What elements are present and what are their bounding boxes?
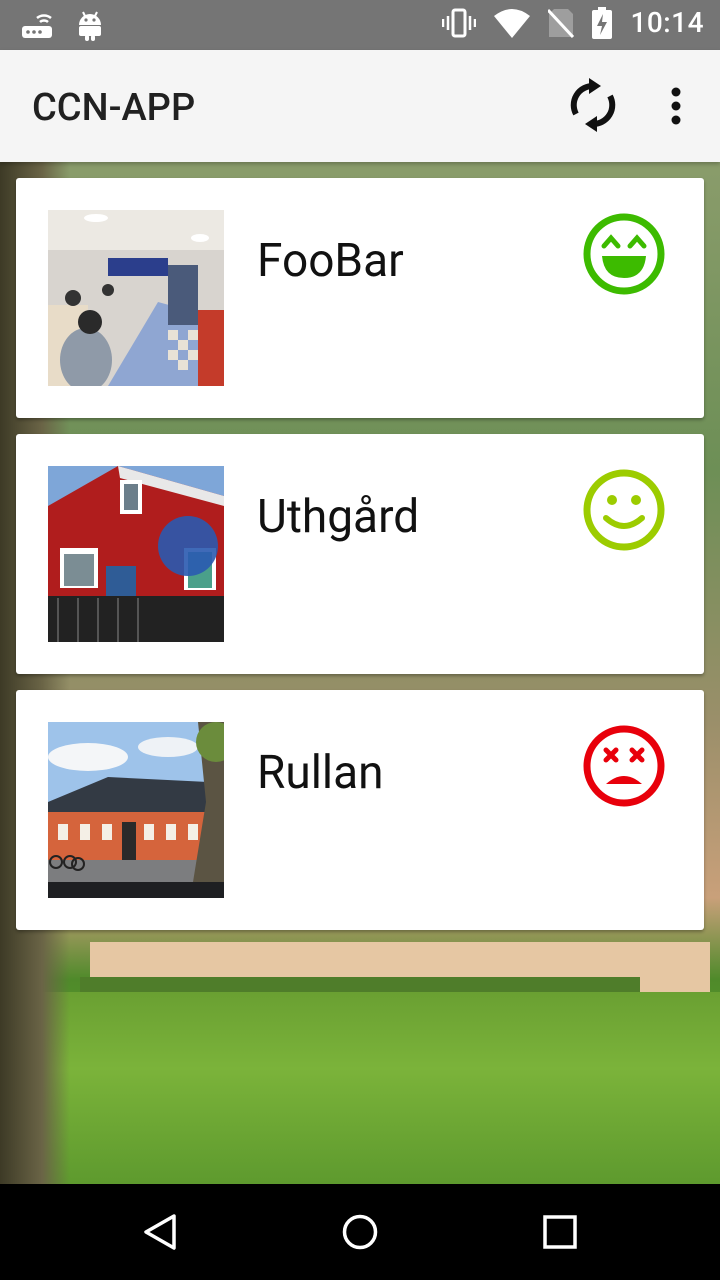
app-toolbar: CCN-APP <box>0 50 720 162</box>
dead-face-icon <box>583 725 665 807</box>
back-icon[interactable] <box>140 1212 180 1252</box>
app-title: CCN-APP <box>32 86 196 130</box>
place-name: FooBar <box>257 234 404 288</box>
battery-charging-icon <box>592 6 613 39</box>
place-card-uthgard[interactable]: Uthgård <box>16 434 704 674</box>
recents-icon[interactable] <box>540 1212 580 1252</box>
android-icon <box>79 11 101 41</box>
no-sim-icon <box>548 8 575 38</box>
happy-face-icon <box>583 469 665 551</box>
status-time: 10:14 <box>630 6 704 39</box>
very-happy-face-icon <box>583 213 665 295</box>
router-icon <box>22 14 52 38</box>
foobar-thumbnail <box>48 210 224 386</box>
place-card-foobar[interactable]: FooBar <box>16 178 704 418</box>
navigation-bar <box>0 1184 720 1280</box>
place-name: Rullan <box>257 746 384 800</box>
rullan-thumbnail <box>48 722 224 898</box>
background-lawn <box>0 992 720 1184</box>
refresh-icon[interactable] <box>566 78 620 132</box>
home-icon[interactable] <box>340 1212 380 1252</box>
vibrate-icon <box>442 8 477 37</box>
uthgard-thumbnail <box>48 466 224 642</box>
place-card-rullan[interactable]: Rullan <box>16 690 704 930</box>
place-name: Uthgård <box>257 490 420 544</box>
wifi-icon <box>494 8 531 38</box>
overflow-menu-icon[interactable] <box>660 80 692 132</box>
status-bar: 10:14 <box>0 0 720 50</box>
